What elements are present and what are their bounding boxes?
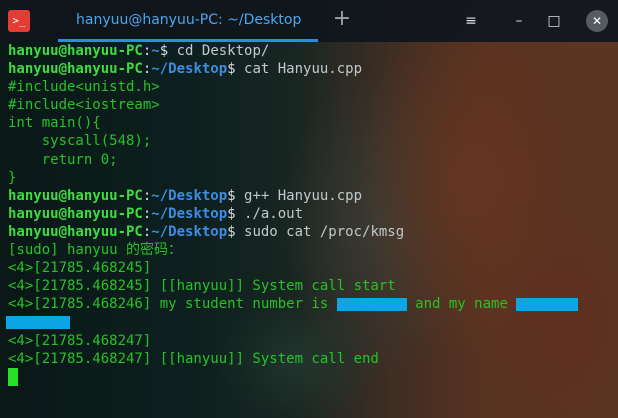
output-line-wrap xyxy=(6,313,614,331)
command-text: g++ Hanyuu.cpp xyxy=(235,187,363,204)
prompt-user: hanyuu@hanyuu-PC xyxy=(8,205,143,222)
terminal-window[interactable]: >_ hanyuu@hanyuu-PC: ~/Desktop + ≡ – □ ✕… xyxy=(0,0,618,418)
output-line: <4>[21785.468247] xyxy=(8,332,152,349)
title-bar[interactable]: >_ hanyuu@hanyuu-PC: ~/Desktop + ≡ – □ ✕ xyxy=(0,0,618,42)
prompt-symbol: $ xyxy=(227,205,236,222)
prompt-path: ~/Desktop xyxy=(151,223,228,240)
tab-terminal[interactable]: hanyuu@hanyuu-PC: ~/Desktop xyxy=(58,0,318,42)
output-line: <4>[21785.468246] my student number is a… xyxy=(8,295,614,313)
redacted-name xyxy=(516,297,579,311)
terminal-line: hanyuu@hanyuu-PC:~/Desktop$ sudo cat /pr… xyxy=(8,223,614,241)
code-line: syscall(548); xyxy=(8,133,152,150)
new-tab-button[interactable]: + xyxy=(330,8,354,32)
prompt-user: hanyuu@hanyuu-PC xyxy=(8,61,143,78)
terminal-line: hanyuu@hanyuu-PC:~/Desktop$ g++ Hanyuu.c… xyxy=(8,187,614,205)
terminal-output[interactable]: hanyuu@hanyuu-PC:~$ cd Desktop/ hanyuu@h… xyxy=(6,42,614,412)
output-line: [sudo] hanyuu 的密码： xyxy=(8,242,183,259)
command-text: cat Hanyuu.cpp xyxy=(235,61,363,78)
prompt-path: ~/Desktop xyxy=(151,187,228,204)
code-line: } xyxy=(8,169,17,186)
prompt-user: hanyuu@hanyuu-PC xyxy=(8,43,143,59)
prompt-symbol: $ xyxy=(159,43,169,59)
output-text: <4>[21785.468246] my student number is xyxy=(8,296,337,313)
command-text: sudo cat /proc/kmsg xyxy=(235,223,405,240)
minimize-button[interactable]: – xyxy=(508,10,530,32)
input-line[interactable] xyxy=(8,367,614,386)
prompt-symbol: $ xyxy=(227,223,236,240)
terminal-app-icon: >_ xyxy=(8,10,30,32)
code-line: return 0; xyxy=(8,151,118,168)
prompt-user: hanyuu@hanyuu-PC xyxy=(8,187,143,204)
terminal-line: hanyuu@hanyuu-PC:~/Desktop$ ./a.out xyxy=(8,205,614,223)
output-line: <4>[21785.468247] [[hanyuu]] System call… xyxy=(8,350,379,367)
prompt-path: ~ xyxy=(151,43,160,59)
code-line: int main(){ xyxy=(8,115,101,132)
prompt-user: hanyuu@hanyuu-PC xyxy=(8,223,143,240)
command-text: cd Desktop/ xyxy=(168,43,270,59)
prompt-symbol: $ xyxy=(227,187,236,204)
text-cursor xyxy=(8,367,18,386)
code-line: #include<iostream> xyxy=(8,97,160,114)
terminal-line: hanyuu@hanyuu-PC:~$ cd Desktop/ xyxy=(8,42,614,60)
redacted-name-continued xyxy=(6,315,70,329)
output-text: and my name xyxy=(406,296,517,313)
output-line: <4>[21785.468245] [[hanyuu]] System call… xyxy=(8,278,396,295)
prompt-path: ~/Desktop xyxy=(151,205,228,222)
maximize-button[interactable]: □ xyxy=(543,10,565,32)
close-button[interactable]: ✕ xyxy=(586,10,608,32)
output-line: <4>[21785.468245] xyxy=(8,260,152,277)
menu-button[interactable]: ≡ xyxy=(460,10,482,32)
prompt-path: ~/Desktop xyxy=(151,61,228,78)
command-text: ./a.out xyxy=(235,205,304,222)
prompt-symbol: $ xyxy=(227,61,236,78)
tab-title: hanyuu@hanyuu-PC: ~/Desktop xyxy=(76,12,302,28)
code-line: #include<unistd.h> xyxy=(8,79,160,96)
redacted-student-number xyxy=(336,297,407,311)
terminal-line: hanyuu@hanyuu-PC:~/Desktop$ cat Hanyuu.c… xyxy=(8,60,614,78)
